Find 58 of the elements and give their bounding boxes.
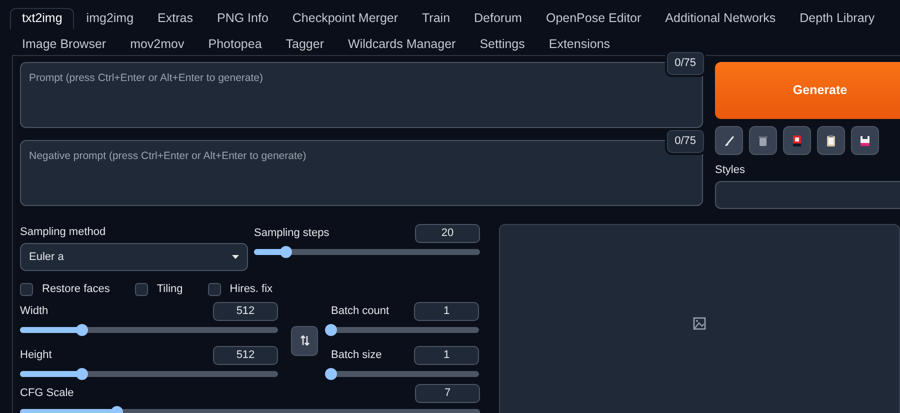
slider-thumb[interactable] (280, 246, 292, 258)
tab[interactable]: txt2img (10, 8, 74, 29)
tab[interactable]: Photopea (196, 34, 274, 55)
slider-label: Width (20, 304, 48, 319)
tab[interactable]: Image Browser (10, 34, 118, 55)
number-field[interactable]: 512 (213, 302, 278, 320)
tab[interactable]: Extensions (536, 34, 622, 55)
tab[interactable]: Checkpoint Merger (280, 8, 410, 29)
token-counter: 0/75 (666, 52, 704, 74)
checkbox[interactable] (20, 282, 33, 296)
tool-button[interactable] (851, 126, 879, 155)
trash-icon (756, 134, 770, 148)
slider-thumb[interactable] (325, 324, 337, 336)
tab[interactable]: Settings (468, 34, 537, 55)
slider-thumb[interactable] (76, 324, 88, 336)
checkbox[interactable] (134, 282, 148, 296)
checkbox-label: Restore faces (42, 282, 110, 297)
number-field[interactable]: 1 (414, 346, 479, 364)
card-icon (790, 134, 804, 148)
checkbox-label: Tiling (156, 282, 183, 297)
number-field[interactable]: 7 (415, 384, 480, 402)
tab[interactable]: OpenPose Editor (534, 8, 654, 29)
token-counter: 0/75 (666, 130, 704, 152)
tab[interactable]: Additional Networks (653, 8, 788, 29)
number-field[interactable]: 1 (414, 302, 479, 320)
tool-button[interactable] (715, 126, 743, 155)
tab[interactable]: img2img (74, 8, 146, 29)
clipboard-icon (824, 134, 838, 148)
number-field[interactable]: 512 (213, 346, 278, 364)
swap-button[interactable] (291, 326, 318, 356)
slider-label: Batch size (331, 348, 382, 363)
tab[interactable]: Extras (146, 8, 205, 29)
sampling-method-dropdown[interactable]: Euler a (20, 243, 248, 271)
caret-icon (232, 255, 239, 259)
tab[interactable]: mov2mov (118, 34, 196, 55)
tab[interactable]: Tagger (274, 34, 336, 55)
checkbox-label: Hires. fix (230, 282, 273, 297)
tool-button[interactable] (749, 126, 777, 155)
slider-label: Batch count (331, 304, 390, 319)
slider-thumb[interactable] (76, 368, 88, 380)
slider-label: Sampling steps (254, 226, 330, 241)
dropdown-label: Sampling method (20, 224, 107, 240)
number-field[interactable]: 20 (415, 224, 480, 242)
tab[interactable]: Deforum (462, 8, 534, 29)
floppy-icon (858, 134, 872, 148)
swap-icon (300, 335, 310, 346)
tab[interactable]: Depth Library (788, 8, 887, 29)
field-label: Styles (715, 163, 746, 178)
slider-label: Height (20, 348, 52, 363)
tab[interactable]: Train (410, 8, 462, 29)
slider-thumb[interactable] (325, 368, 337, 380)
tool-button[interactable] (817, 126, 845, 155)
image-icon (693, 317, 706, 330)
tab[interactable]: PNG Info (204, 8, 280, 29)
tab[interactable]: Wildcards Manager (336, 34, 468, 55)
checkbox[interactable] (208, 282, 221, 296)
brush-icon (722, 134, 736, 148)
slider-label: CFG Scale (20, 386, 74, 401)
